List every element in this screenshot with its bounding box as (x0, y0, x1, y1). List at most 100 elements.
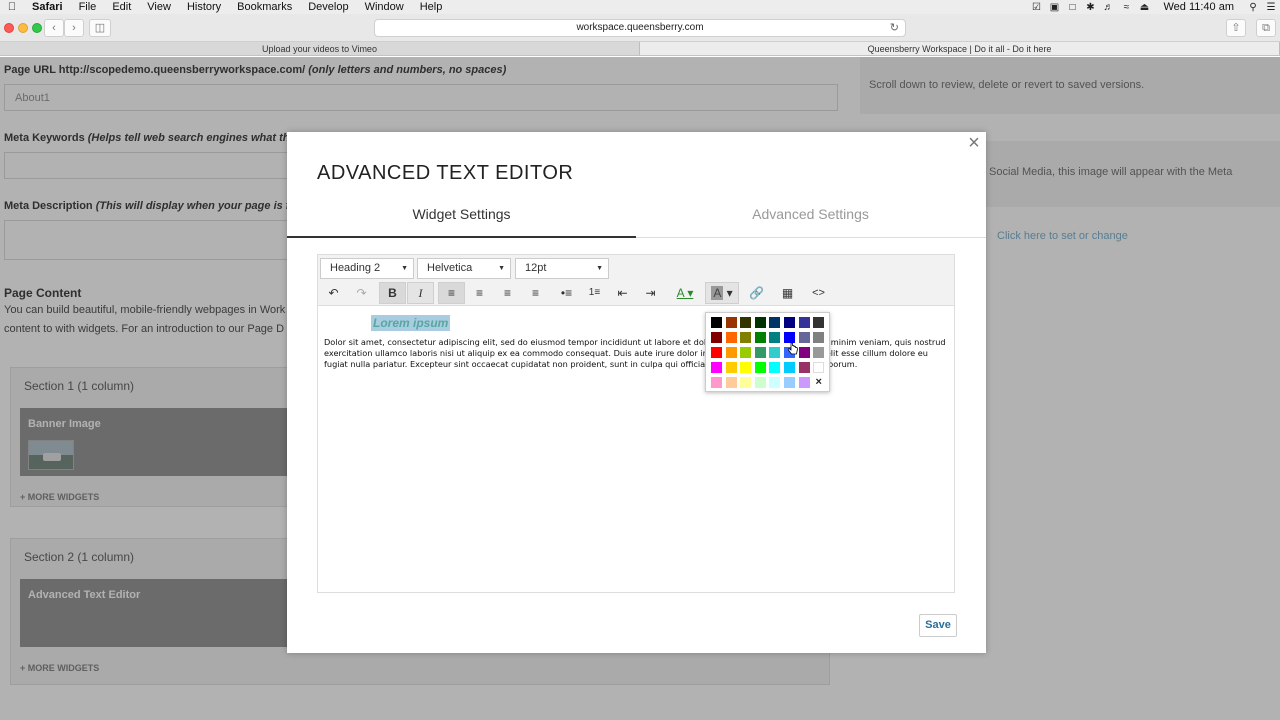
menu-help[interactable]: Help (412, 0, 451, 14)
paragraph-text[interactable]: Dolor sit amet, consectetur adipiscing e… (324, 337, 948, 370)
menu-view[interactable]: View (139, 0, 179, 14)
clock[interactable]: Wed 11:40 am (1153, 1, 1244, 13)
menu-develop[interactable]: Develop (300, 0, 356, 14)
color-swatch[interactable] (798, 362, 810, 373)
tab-queensberry[interactable]: Queensberry Workspace | Do it all - Do i… (640, 42, 1280, 55)
color-swatch[interactable] (754, 347, 766, 358)
color-swatch[interactable] (740, 317, 752, 328)
align-left-icon[interactable]: ≡ (438, 282, 465, 304)
display-icon[interactable]: □ (1063, 2, 1081, 13)
image-icon[interactable]: ▦ (774, 282, 801, 304)
italic-button[interactable]: I (407, 282, 434, 304)
redo-icon[interactable]: ↷ (348, 282, 375, 304)
menu-file[interactable]: File (71, 0, 105, 14)
window-minimize-button[interactable] (18, 23, 28, 33)
menu-edit[interactable]: Edit (104, 0, 139, 14)
color-swatch[interactable] (783, 332, 795, 343)
align-justify-icon[interactable]: ≡ (522, 282, 549, 304)
color-swatch[interactable] (754, 377, 766, 388)
block-format-select[interactable]: Heading 2 ▼ (320, 258, 414, 279)
color-swatch[interactable] (769, 347, 781, 358)
spotlight-search-icon[interactable]: ⚲ (1244, 2, 1262, 13)
color-swatch[interactable] (798, 377, 810, 388)
color-swatch[interactable] (725, 347, 737, 358)
color-swatch[interactable] (813, 332, 825, 343)
reload-icon[interactable]: ↻ (890, 20, 899, 36)
color-swatch[interactable] (740, 362, 752, 373)
eject-icon[interactable]: ⏏ (1135, 2, 1153, 13)
color-swatch[interactable] (783, 377, 795, 388)
sidebar-toggle-icon[interactable]: ◫ (89, 19, 111, 37)
font-family-select[interactable]: Helvetica ▼ (417, 258, 511, 279)
notification-center-icon[interactable]: ☰ (1262, 2, 1280, 13)
menu-window[interactable]: Window (357, 0, 412, 14)
color-swatch[interactable] (769, 317, 781, 328)
color-swatch[interactable] (711, 362, 722, 373)
color-swatch[interactable] (813, 317, 825, 328)
window-close-button[interactable] (4, 23, 14, 33)
color-swatch[interactable] (783, 362, 795, 373)
color-swatch[interactable] (725, 377, 737, 388)
color-swatch[interactable] (711, 347, 722, 358)
color-swatch[interactable] (798, 347, 810, 358)
color-swatch[interactable] (711, 317, 722, 328)
color-swatch[interactable] (798, 317, 810, 328)
color-swatch[interactable] (725, 317, 737, 328)
forward-button[interactable]: › (64, 19, 84, 37)
screen-record-icon[interactable]: ▣ (1045, 2, 1063, 13)
align-right-icon[interactable]: ≡ (494, 282, 521, 304)
share-icon[interactable]: ⇧ (1226, 19, 1246, 37)
color-swatch[interactable] (798, 332, 810, 343)
menu-bar:  Safari File Edit View History Bookmark… (0, 0, 1280, 14)
tab-vimeo[interactable]: Upload your videos to Vimeo (0, 42, 640, 55)
text-color-icon[interactable]: A ▾ (668, 282, 702, 304)
color-swatch[interactable] (754, 362, 766, 373)
checkbox-status-icon[interactable]: ☑ (1027, 2, 1045, 13)
editor-content[interactable]: Lorem ipsum Dolor sit amet, consectetur … (324, 315, 948, 370)
color-swatch[interactable] (769, 332, 781, 343)
back-button[interactable]: ‹ (44, 19, 64, 37)
heading-text[interactable]: Lorem ipsum (371, 315, 451, 331)
undo-icon[interactable]: ↶ (320, 282, 347, 304)
color-swatch[interactable] (740, 332, 752, 343)
color-swatch[interactable] (711, 332, 722, 343)
color-swatch[interactable] (740, 347, 752, 358)
code-view-icon[interactable]: <> (805, 282, 832, 304)
bluetooth-icon[interactable]: ✱ (1081, 2, 1099, 13)
color-swatch[interactable] (725, 332, 737, 343)
wifi-icon[interactable]: ≈ (1117, 2, 1135, 13)
bullet-list-icon[interactable]: •≡ (553, 282, 580, 304)
font-size-select[interactable]: 12pt ▼ (515, 258, 609, 279)
tab-advanced-settings[interactable]: Advanced Settings (636, 206, 985, 222)
advanced-text-editor-modal: × ADVANCED TEXT EDITOR Widget Settings A… (287, 132, 986, 653)
color-swatch[interactable] (711, 377, 722, 388)
address-bar[interactable]: workspace.queensberry.com ↻ (374, 19, 906, 37)
indent-icon[interactable]: ⇥ (637, 282, 664, 304)
numbered-list-icon[interactable]: 1≡ (581, 282, 608, 304)
color-swatch[interactable] (740, 377, 752, 388)
window-zoom-button[interactable] (32, 23, 42, 33)
color-swatch[interactable] (725, 362, 737, 373)
volume-icon[interactable]: ♬ (1099, 2, 1117, 13)
align-center-icon[interactable]: ≡ (466, 282, 493, 304)
menu-bookmarks[interactable]: Bookmarks (229, 0, 300, 14)
color-swatch[interactable] (813, 347, 825, 358)
background-color-icon[interactable]: A ▾ (705, 282, 739, 304)
menu-history[interactable]: History (179, 0, 229, 14)
tabs-overview-icon[interactable]: ⧉ (1256, 19, 1276, 37)
clear-color-icon[interactable]: × (813, 377, 824, 388)
link-icon[interactable]: 🔗 (743, 282, 770, 304)
color-swatch[interactable] (813, 362, 825, 373)
color-swatch[interactable] (769, 377, 781, 388)
color-swatch[interactable] (769, 362, 781, 373)
outdent-icon[interactable]: ⇤ (609, 282, 636, 304)
save-button[interactable]: Save (919, 614, 957, 637)
close-icon[interactable]: × (964, 133, 984, 154)
apple-icon[interactable]:  (0, 1, 24, 13)
menu-app[interactable]: Safari (24, 0, 71, 14)
color-swatch[interactable] (783, 317, 795, 328)
color-swatch[interactable] (754, 332, 766, 343)
color-swatch[interactable] (754, 317, 766, 328)
tab-widget-settings[interactable]: Widget Settings (287, 206, 636, 222)
bold-button[interactable]: B (379, 282, 406, 304)
